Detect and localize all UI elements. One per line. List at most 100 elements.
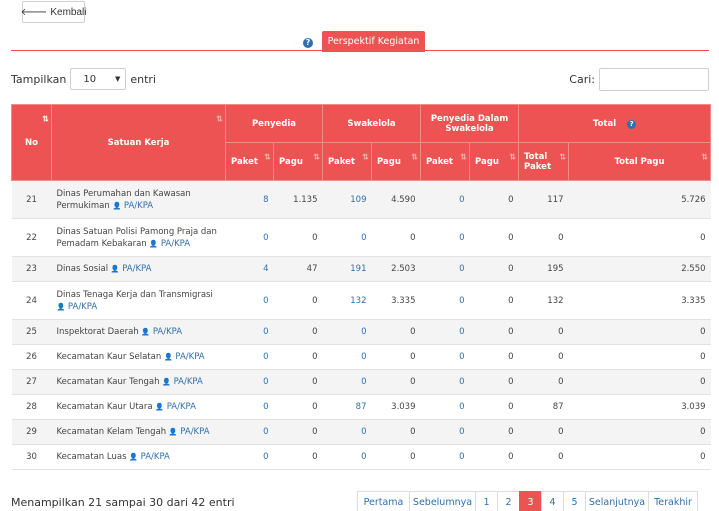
user-icon: 👤	[56, 302, 66, 311]
pa-kpa-link[interactable]: PA/KPA	[122, 264, 151, 274]
pagination-page-4[interactable]: 4	[541, 491, 564, 511]
penyedia-pagu-cell: 47	[273, 256, 323, 282]
penyedia-paket-cell[interactable]: 0	[225, 344, 274, 370]
table-info: Menampilkan 21 sampai 30 dari 42 entri	[11, 496, 235, 509]
penyedia-paket-cell[interactable]: 0	[225, 218, 274, 257]
pagination-page-5[interactable]: 5	[563, 491, 586, 511]
satuan-kerja-cell: Dinas Sosial 👤 PA/KPA	[51, 256, 226, 282]
help-icon[interactable]: ?	[303, 38, 313, 48]
satuan-kerja-cell: Kecamatan Kelam Tengah 👤 PA/KPA	[51, 419, 226, 445]
sort-icon: ⇅	[216, 114, 223, 124]
ps-paket-cell[interactable]: 0	[420, 180, 470, 219]
pa-kpa-link[interactable]: PA/KPA	[161, 239, 190, 249]
column-header-total-pagu[interactable]: Total Pagu ⇅	[568, 142, 712, 181]
row-number: 24	[11, 281, 52, 320]
column-group-swakelola: Swakelola	[322, 104, 421, 143]
column-header-swakelola-pagu[interactable]: Pagu ⇅	[371, 142, 421, 181]
ps-paket-cell[interactable]: 0	[420, 444, 470, 470]
column-header-satuan-kerja[interactable]: Satuan Kerja ⇅	[51, 104, 226, 181]
table-row: 24 Dinas Tenaga Kerja dan Transmigrasi 👤 …	[11, 281, 711, 320]
pa-kpa-link[interactable]: PA/KPA	[153, 327, 182, 337]
table-row: 25 Inspektorat Daerah 👤 PA/KPA 0 0 0 0 0 0 0 0	[11, 319, 711, 345]
pagination-first[interactable]: Pertama	[357, 491, 410, 511]
ps-paket-cell[interactable]: 0	[420, 218, 470, 257]
pa-kpa-link[interactable]: PA/KPA	[174, 377, 203, 387]
penyedia-paket-cell[interactable]: 0	[225, 281, 274, 320]
search-input[interactable]	[599, 68, 709, 91]
swakelola-pagu-cell: 3.335	[371, 281, 421, 320]
swakelola-paket-cell[interactable]: 0	[322, 419, 372, 445]
ps-paket-cell[interactable]: 0	[420, 394, 470, 420]
pa-kpa-link[interactable]: PA/KPA	[124, 201, 153, 211]
row-number: 26	[11, 344, 52, 370]
column-header-no[interactable]: No ⇅	[11, 104, 52, 181]
penyedia-paket-cell[interactable]: 4	[225, 256, 274, 282]
ps-paket-cell[interactable]: 0	[420, 319, 470, 345]
satuan-kerja-cell: Dinas Tenaga Kerja dan Transmigrasi 👤 PA…	[51, 281, 226, 320]
page-length-control: Tampilkan 10 ▼ entri	[11, 68, 156, 90]
total-pagu-cell: 0	[568, 344, 711, 370]
pa-kpa-link[interactable]: PA/KPA	[180, 427, 209, 437]
column-header-ps-paket[interactable]: Paket ⇅	[420, 142, 470, 181]
ps-paket-cell[interactable]: 0	[420, 344, 470, 370]
column-header-ps-pagu[interactable]: Pagu ⇅	[468, 142, 520, 181]
swakelola-paket-cell[interactable]: 87	[322, 394, 372, 420]
column-header-penyedia-paket[interactable]: Paket ⇅	[225, 142, 274, 181]
chevron-down-icon: ▼	[114, 75, 121, 83]
user-icon: 👤	[149, 239, 159, 248]
table-row: 23 Dinas Sosial 👤 PA/KPA 4 47 191 2.503 0 0 195 2…	[11, 256, 711, 282]
swakelola-paket-cell[interactable]: 0	[322, 369, 372, 395]
satuan-kerja-name: Kecamatan Kelam Tengah	[56, 427, 167, 437]
data-table: No ⇅ Satuan Kerja ⇅ Penyedia Swakelola P…	[11, 104, 712, 470]
pagination-page-3[interactable]: 3	[519, 491, 542, 511]
total-pagu-cell: 0	[568, 444, 711, 470]
ps-paket-cell[interactable]: 0	[420, 419, 470, 445]
ps-paket-cell[interactable]: 0	[420, 281, 470, 320]
penyedia-paket-cell[interactable]: 0	[225, 444, 274, 470]
penyedia-paket-cell[interactable]: 0	[225, 369, 274, 395]
tab-perspektif-kegiatan[interactable]: Perspektif Kegiatan	[322, 31, 425, 52]
swakelola-paket-cell[interactable]: 132	[322, 281, 372, 320]
penyedia-paket-cell[interactable]: 0	[225, 319, 274, 345]
penyedia-paket-cell[interactable]: 0	[225, 394, 274, 420]
swakelola-paket-cell[interactable]: 0	[322, 319, 372, 345]
penyedia-paket-cell[interactable]: 8	[225, 180, 274, 219]
swakelola-paket-cell[interactable]: 191	[322, 256, 372, 282]
ps-pagu-cell: 0	[469, 344, 519, 370]
swakelola-pagu-cell: 0	[371, 369, 421, 395]
ps-paket-cell[interactable]: 0	[420, 369, 470, 395]
satuan-kerja-cell: Dinas Satuan Polisi Pamong Praja dan Pem…	[51, 218, 226, 257]
satuan-kerja-name: Dinas Satuan Polisi Pamong Praja dan Pem…	[56, 226, 217, 249]
back-button[interactable]: 🡐 Kembali	[21, 1, 86, 23]
pa-kpa-link[interactable]: PA/KPA	[68, 302, 97, 312]
pa-kpa-link[interactable]: PA/KPA	[167, 402, 196, 412]
page-length-select[interactable]: 10 ▼	[70, 68, 127, 90]
pa-kpa-link[interactable]: PA/KPA	[175, 352, 204, 362]
pagination-last[interactable]: Terakhir	[648, 491, 698, 511]
total-pagu-cell: 0	[568, 319, 711, 345]
pagination-prev[interactable]: Sebelumnya	[409, 491, 476, 511]
pa-kpa-link[interactable]: PA/KPA	[141, 452, 170, 462]
total-paket-cell: 0	[518, 444, 569, 470]
ps-pagu-cell: 0	[469, 218, 519, 257]
swakelola-pagu-cell: 0	[371, 319, 421, 345]
swakelola-paket-cell[interactable]: 0	[322, 218, 372, 257]
column-header-total-paket[interactable]: Total Paket ⇅	[518, 142, 570, 181]
satuan-kerja-cell: Kecamatan Kaur Selatan 👤 PA/KPA	[51, 344, 226, 370]
ps-paket-cell[interactable]: 0	[420, 256, 470, 282]
penyedia-paket-cell[interactable]: 0	[225, 419, 274, 445]
satuan-kerja-name: Kecamatan Luas	[56, 452, 127, 462]
table-row: 26 Kecamatan Kaur Selatan 👤 PA/KPA 0 0 0 0 0 0 0…	[11, 344, 711, 370]
pagination-next[interactable]: Selanjutnya	[585, 491, 649, 511]
column-header-swakelola-paket[interactable]: Paket ⇅	[322, 142, 372, 181]
pagination-page-1[interactable]: 1	[475, 491, 498, 511]
swakelola-paket-cell[interactable]: 0	[322, 444, 372, 470]
swakelola-paket-cell[interactable]: 0	[322, 344, 372, 370]
swakelola-paket-cell[interactable]: 109	[322, 180, 372, 219]
pagination-page-2[interactable]: 2	[497, 491, 520, 511]
satuan-kerja-cell: Kecamatan Kaur Utara 👤 PA/KPA	[51, 394, 226, 420]
column-header-penyedia-pagu[interactable]: Pagu ⇅	[273, 142, 323, 181]
help-icon[interactable]: ?	[627, 119, 637, 129]
ps-pagu-cell: 0	[469, 256, 519, 282]
penyedia-pagu-cell: 0	[273, 444, 323, 470]
